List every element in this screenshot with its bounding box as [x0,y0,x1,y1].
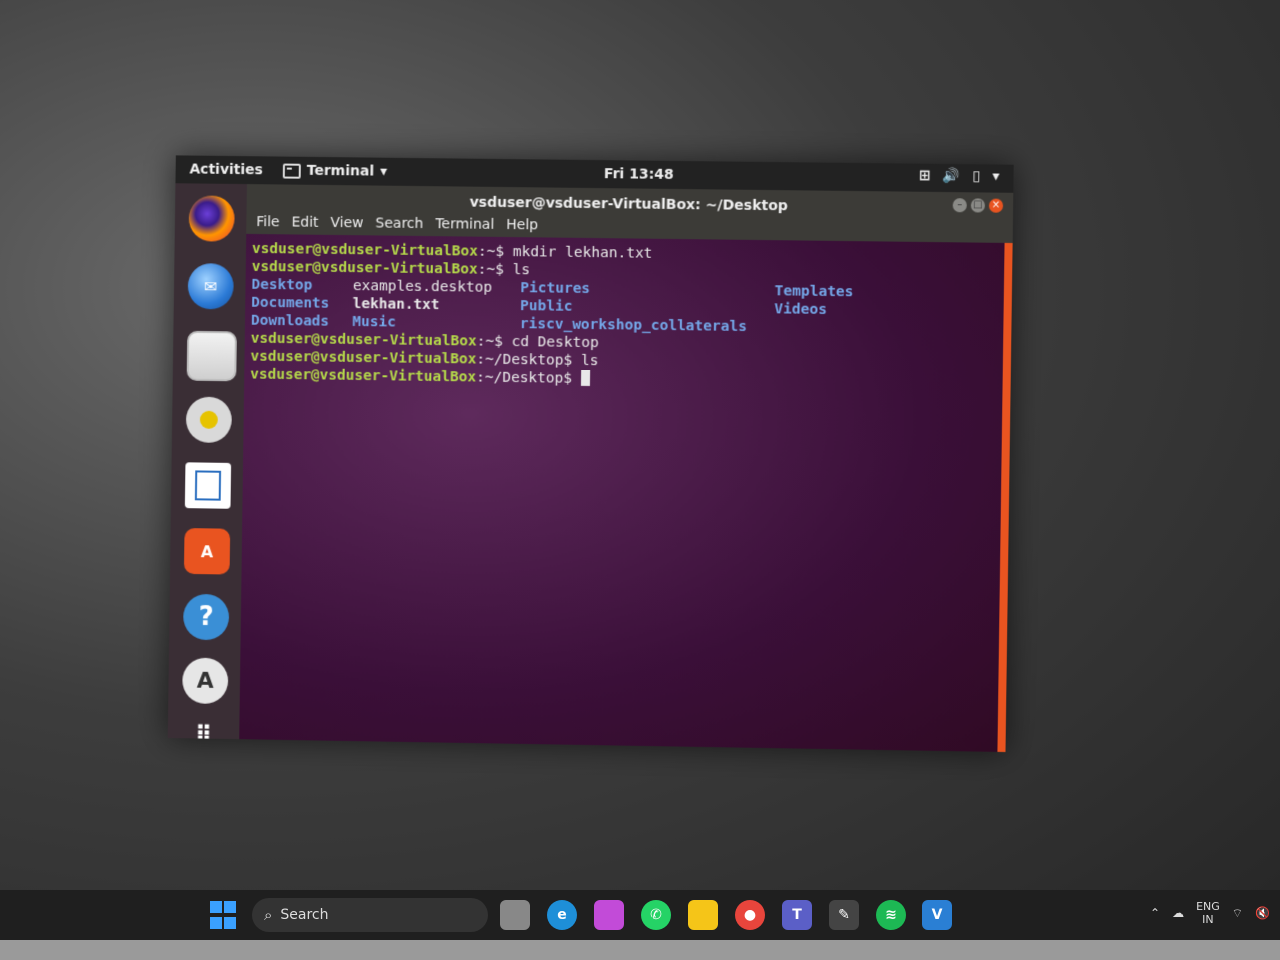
chevron-down-icon[interactable]: ▾ [992,168,999,184]
system-tray[interactable]: ⊞ 🔊 ▯ ▾ [919,168,1000,185]
paint-icon[interactable]: ✎ [829,900,859,930]
ls-entry: Documents [251,294,329,313]
search-input[interactable]: ⌕ Search [252,898,488,932]
battery-icon[interactable]: ▯ [972,168,980,184]
terminal-icon [283,163,301,178]
network-icon[interactable]: ⊞ [919,168,931,184]
window-titlebar: vsduser@vsduser-VirtualBox: ~/Desktop – … [246,184,1013,243]
command-text: ls [572,353,598,369]
windows-system-tray: ⌃ ☁ ENG IN ⌔ 🔇 [1150,900,1270,926]
thunderbird-icon[interactable]: ✉ [188,263,234,309]
chevron-down-icon: ▾ [380,164,387,180]
close-icon[interactable]: × [989,199,1003,213]
command-text [572,371,581,387]
prompt-path: :~/Desktop$ [476,370,572,387]
update-icon[interactable]: A [182,658,228,705]
lang-code: ENG [1196,900,1220,913]
cloud-icon[interactable]: ☁ [1172,906,1184,920]
prompt-user: vsduser@vsduser-VirtualBox [250,349,476,368]
ls-entry: Templates [774,282,853,301]
maximize-icon[interactable]: □ [971,198,985,212]
file-explorer-icon[interactable] [688,900,718,930]
prompt-path: :~$ [477,334,503,350]
ls-entry: Music [352,313,396,332]
search-icon: ⌕ [264,906,272,924]
ls-entry: examples.desktop [353,277,492,297]
terminal-window: vsduser@vsduser-VirtualBox: ~/Desktop – … [239,184,1013,752]
menu-search[interactable]: Search [375,215,423,232]
monitor-bezel [0,940,1280,960]
apps-grid-icon[interactable]: ⠿ [181,711,227,752]
chrome-icon[interactable]: ● [735,900,765,930]
menu-edit[interactable]: Edit [291,215,318,231]
ls-entry: riscv_workshop_collaterals [520,315,747,336]
volume-icon[interactable]: 🔊 [943,168,961,184]
help-icon[interactable]: ? [183,594,229,641]
search-label: Search [280,907,328,923]
command-text: cd Desktop [503,334,599,351]
command-text: ls [504,262,530,278]
ls-entry: Desktop [251,276,312,295]
spotify-icon[interactable]: ≋ [876,900,906,930]
writer-icon[interactable] [185,462,231,508]
teams-icon[interactable]: T [782,900,812,930]
ls-entry: Public [520,297,573,316]
virtualbox-icon[interactable]: V [922,900,952,930]
language-indicator[interactable]: ENG IN [1196,900,1220,926]
menu-bar: File Edit View Search Terminal Help [256,214,538,233]
software-icon[interactable]: A [184,528,230,575]
firefox-icon[interactable] [189,195,235,241]
menu-terminal[interactable]: Terminal [435,216,494,233]
windows-start-icon[interactable] [210,900,236,930]
prompt-path: :~$ [478,244,504,260]
chevron-up-icon[interactable]: ⌃ [1150,906,1160,920]
wifi-icon[interactable]: ⌔ [1232,906,1243,921]
prompt-user: vsduser@vsduser-VirtualBox [250,367,476,386]
menu-file[interactable]: File [256,214,280,230]
ubuntu-dock: ✉ A ? A ⠿ [168,183,247,739]
terminal-cursor [581,370,590,386]
prompt-path: :~/Desktop$ [476,352,572,369]
copilot-icon[interactable] [594,900,624,930]
menu-help[interactable]: Help [506,217,538,233]
minimize-icon[interactable]: – [953,198,967,212]
edge-icon[interactable]: e [547,900,577,930]
ls-entry: Pictures [520,279,590,298]
prompt-user: vsduser@vsduser-VirtualBox [251,331,477,350]
command-text: mkdir lekhan.txt [504,244,653,262]
whatsapp-icon[interactable]: ✆ [641,900,671,930]
volume-mute-icon[interactable]: 🔇 [1255,906,1270,920]
menu-view[interactable]: View [330,215,363,231]
ls-entry: Downloads [251,312,329,331]
window-controls: – □ × [953,198,1004,213]
virtualbox-screen: Activities Terminal ▾ Fri 13:48 ⊞ 🔊 ▯ ▾ … [168,155,1014,752]
prompt-path: :~$ [478,262,504,278]
app-menu-terminal[interactable]: Terminal ▾ [283,163,387,180]
ls-entry: lekhan.txt [353,295,440,314]
region-code: IN [1202,913,1213,926]
files-icon[interactable] [187,331,237,381]
clock[interactable]: Fri 13:48 [604,166,674,183]
prompt-user: vsduser@vsduser-VirtualBox [252,241,478,260]
terminal-output[interactable]: vsduser@vsduser-VirtualBox:~$ mkdir lekh… [239,234,1004,752]
ls-entry: Videos [774,300,827,319]
activities-button[interactable]: Activities [189,162,263,179]
prompt-user: vsduser@vsduser-VirtualBox [252,259,478,278]
window-title: vsduser@vsduser-VirtualBox: ~/Desktop [247,192,1014,217]
task-view-icon[interactable] [500,900,530,930]
windows-taskbar: ⌕ Search e ✆ ● T ✎ ≋ V ⌃ ☁ ENG IN ⌔ 🔇 [0,890,1280,940]
rhythmbox-icon[interactable] [186,397,232,443]
app-menu-label: Terminal [307,163,375,180]
